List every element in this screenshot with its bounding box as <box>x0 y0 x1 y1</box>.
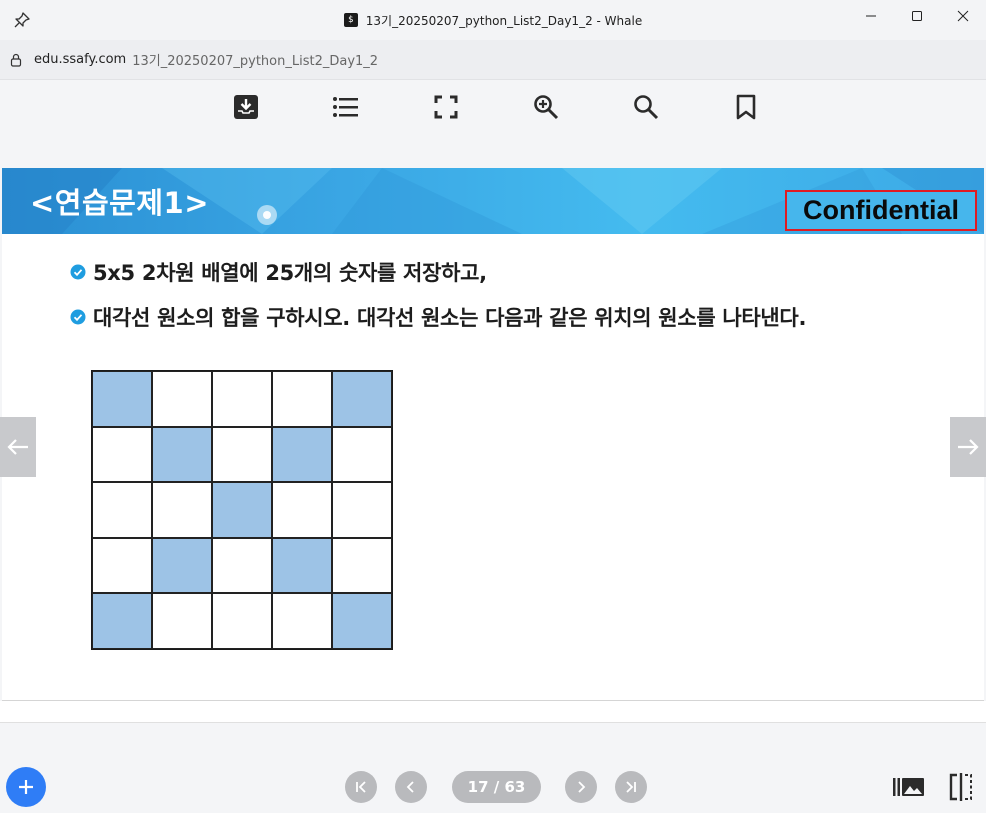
diagonal-cell <box>92 371 152 427</box>
next-page-button[interactable] <box>565 771 597 803</box>
bullet-item: 5x5 2차원 배열에 25개의 숫자를 저장하고, <box>70 254 806 290</box>
lock-icon <box>10 53 22 67</box>
first-page-icon <box>356 781 366 793</box>
download-icon <box>234 95 258 119</box>
arrow-left-icon <box>7 439 28 455</box>
slide-header: <연습문제1> Confidential <box>2 168 984 234</box>
slide-title: <연습문제1> <box>30 186 209 220</box>
grid-cell <box>332 482 392 538</box>
zoom-in-icon <box>534 95 559 120</box>
page-gap <box>0 701 986 723</box>
grid-cell <box>92 482 152 538</box>
search-icon <box>634 95 659 120</box>
page-indicator[interactable]: 17 / 63 <box>452 771 541 803</box>
bottom-bar: 17 / 63 <box>0 723 986 813</box>
grid-cell <box>212 593 272 649</box>
grid-cell <box>152 371 212 427</box>
diagonal-cell <box>272 537 332 594</box>
grid-cell <box>272 371 332 427</box>
last-page-icon <box>626 781 636 793</box>
address-bar[interactable]: edu.ssafy.com 13기_20250207_python_List2_… <box>0 40 986 80</box>
grid-cell <box>272 482 332 538</box>
bookmark-button[interactable] <box>732 93 760 121</box>
slide-page: <연습문제1> Confidential 5x5 2차원 배열에 25개의 숫자… <box>2 168 984 701</box>
fullscreen-button[interactable] <box>432 93 460 121</box>
close-icon <box>957 10 969 22</box>
close-button[interactable] <box>940 0 986 32</box>
window-title: 13기_20250207_python_List2_Day1_2 - Whale <box>365 13 643 28</box>
grid-cell <box>92 537 152 594</box>
diagonal-cell <box>152 426 212 483</box>
first-page-button[interactable] <box>345 771 377 803</box>
diagonal-cell <box>212 482 272 538</box>
bookmark-icon <box>736 94 756 120</box>
gallery-icon <box>893 778 924 796</box>
title-bar: $ 13기_20250207_python_List2_Day1_2 - Wha… <box>0 0 986 40</box>
minimize-icon <box>866 15 876 17</box>
grid-cell <box>332 426 392 483</box>
toc-button[interactable] <box>332 93 360 121</box>
bullet-item: 대각선 원소의 합을 구하시오. 대각선 원소는 다음과 같은 위치의 원소를 … <box>70 299 806 335</box>
thumbnails-button[interactable] <box>892 771 926 803</box>
zoom-in-button[interactable] <box>532 93 560 121</box>
arrow-right-icon <box>958 439 979 455</box>
diagonal-grid <box>91 370 393 650</box>
split-view-button[interactable] <box>944 771 978 803</box>
bullet-text: 5x5 2차원 배열에 25개의 숫자를 저장하고, <box>93 261 487 285</box>
search-button[interactable] <box>632 93 660 121</box>
diagonal-cell <box>332 371 392 427</box>
prev-page-arrow[interactable] <box>0 417 36 477</box>
grid-cell <box>212 426 272 483</box>
address-host: edu.ssafy.com <box>34 52 127 67</box>
minimize-button[interactable] <box>848 0 894 32</box>
address-path: 13기_20250207_python_List2_Day1_2 <box>132 54 379 69</box>
download-button[interactable] <box>232 93 260 121</box>
grid-cell <box>152 593 212 649</box>
diagonal-cell <box>92 593 152 649</box>
next-page-arrow[interactable] <box>950 417 986 477</box>
diagonal-cell <box>332 593 392 649</box>
confidential-badge: Confidential <box>785 190 977 231</box>
chevron-left-icon <box>406 781 414 793</box>
diagonal-cell <box>152 537 212 594</box>
last-page-button[interactable] <box>615 771 647 803</box>
plus-icon <box>19 780 33 794</box>
site-favicon-icon: $ <box>343 13 358 27</box>
grid-cell <box>272 593 332 649</box>
bullet-text: 대각선 원소의 합을 구하시오. 대각선 원소는 다음과 같은 위치의 원소를 … <box>93 306 807 330</box>
diagonal-cell <box>272 426 332 483</box>
add-button[interactable] <box>6 767 46 807</box>
bullet-list: 5x5 2차원 배열에 25개의 숫자를 저장하고, 대각선 원소의 합을 구하… <box>70 254 806 344</box>
chevron-right-icon <box>578 781 586 793</box>
maximize-button[interactable] <box>894 0 940 32</box>
grid-cell <box>212 371 272 427</box>
grid-cell <box>152 482 212 538</box>
maximize-icon <box>912 11 922 21</box>
list-icon <box>333 97 358 117</box>
viewer-toolbar <box>0 81 986 167</box>
fullscreen-icon <box>434 95 458 119</box>
split-view-icon <box>949 773 972 801</box>
grid-cell <box>212 537 272 594</box>
check-circle-icon <box>70 309 86 325</box>
check-circle-icon <box>70 264 86 280</box>
grid-cell <box>92 426 152 483</box>
grid-cell <box>332 537 392 594</box>
previous-page-button[interactable] <box>395 771 427 803</box>
